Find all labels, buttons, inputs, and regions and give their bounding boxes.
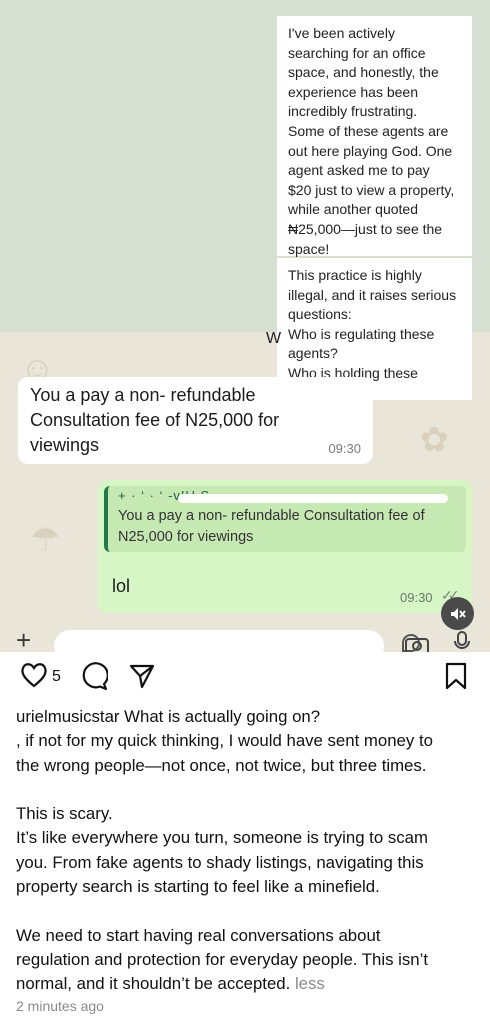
like-count[interactable]: 5 <box>52 668 61 686</box>
caption-last-line: normal, and it shouldn’t be accepted. le… <box>16 972 478 996</box>
redaction-scribble <box>178 494 448 503</box>
post-caption: urielmusicstar What is actually going on… <box>16 705 478 997</box>
overlay-text-line: $20 just to view a property, <box>288 181 455 198</box>
overlay-text-line: experience has been <box>288 83 418 100</box>
quoted-line: N25,000 for viewings <box>118 529 254 545</box>
caption-line: the wrong people—not once, not twice, bu… <box>16 755 427 775</box>
quoted-line: You a pay a non- refundable Consultation… <box>118 508 425 524</box>
overlay-text-line: ₦25,000—just to see the <box>288 220 443 237</box>
doodle-icon: ☂ <box>30 521 61 559</box>
camera-icon[interactable] <box>404 634 430 652</box>
overlay-text-line: Who is regulating these <box>288 325 435 342</box>
share-icon[interactable] <box>128 662 156 690</box>
username-link[interactable]: urielmusicstar <box>16 707 120 726</box>
caption-text: normal, and it shouldn’t be accepted. <box>16 974 291 994</box>
overlay-text-line: illegal, and it raises serious <box>288 286 457 303</box>
quoted-reply[interactable]: + · ‘ · ‘ -vIU S· You a pay a non- refun… <box>104 486 466 552</box>
outgoing-message-bubble[interactable]: + · ‘ · ‘ -vIU S· You a pay a non- refun… <box>98 480 472 613</box>
message-timestamp: 09:30 <box>400 590 433 605</box>
comment-icon[interactable] <box>80 662 108 690</box>
caption-line: This is scary. <box>16 804 113 824</box>
mute-button[interactable] <box>441 597 474 630</box>
caption-line: We need to start having real conversatio… <box>16 925 381 945</box>
caption-line: , if not for my quick thinking, I would … <box>16 731 433 751</box>
caption-text: What is actually going on? <box>119 707 321 726</box>
message-line: viewings <box>30 435 100 455</box>
overlay-text-line: questions: <box>288 306 352 323</box>
message-line: You a pay a non- refundable <box>30 385 256 405</box>
mic-icon[interactable] <box>452 631 472 652</box>
mute-icon <box>450 607 466 620</box>
doodle-icon: ✿ <box>420 421 449 459</box>
message-line: Consultation fee of N25,000 for <box>30 410 280 430</box>
overlay-text-line: while another quoted <box>288 201 418 218</box>
quoted-text: You a pay a non- refundable Consultation… <box>118 506 456 548</box>
overlay-text-line: Some of these agents are <box>288 122 449 139</box>
message-timestamp: 09:30 <box>328 441 361 456</box>
caption-line: It’s like everywhere you turn, someone i… <box>16 828 428 848</box>
overlay-text-card: I've been actively searching for an offi… <box>277 16 472 257</box>
overlay-text-line: out here playing God. One <box>288 142 453 159</box>
caption-line: regulation and protection for everyday p… <box>16 949 429 969</box>
partial-message-letter: W <box>266 330 282 347</box>
caption-first-line: urielmusicstar What is actually going on… <box>16 705 478 729</box>
caption-line: property search is starting to feel like… <box>16 877 380 897</box>
overlay-text-line: space, and honestly, the <box>288 64 439 81</box>
overlay-text-line: I've been actively <box>288 25 395 41</box>
post-actions-bar: 5 <box>0 652 490 700</box>
overlay-text-line: searching for an office <box>288 44 426 61</box>
overlay-text-line: This practice is highly <box>288 267 422 283</box>
incoming-message-bubble[interactable]: You a pay a non- refundable Consultation… <box>18 377 373 464</box>
overlay-text-line: space! <box>288 240 330 257</box>
message-input[interactable] <box>54 630 420 652</box>
bookmark-icon[interactable] <box>444 662 468 690</box>
overlay-text-line: incredibly frustrating. <box>288 103 418 120</box>
overlay-text-line: agent asked me to pay <box>288 162 430 179</box>
plus-icon[interactable]: + <box>16 627 31 652</box>
chat-input-row: + <box>0 627 490 652</box>
less-link[interactable]: less <box>290 974 325 993</box>
chat-screenshot: ☺ ✿ ☂ ✈ I've been actively searching for… <box>0 0 490 652</box>
overlay-text-line: agents? <box>288 345 338 362</box>
caption-line: you. From fake agents to shady listings,… <box>16 852 424 872</box>
post-timestamp: 2 minutes ago <box>16 998 104 1014</box>
incoming-message-text: You a pay a non- refundable Consultation… <box>30 383 361 458</box>
heart-icon[interactable] <box>20 662 48 688</box>
outgoing-message-text: lol <box>112 576 131 596</box>
